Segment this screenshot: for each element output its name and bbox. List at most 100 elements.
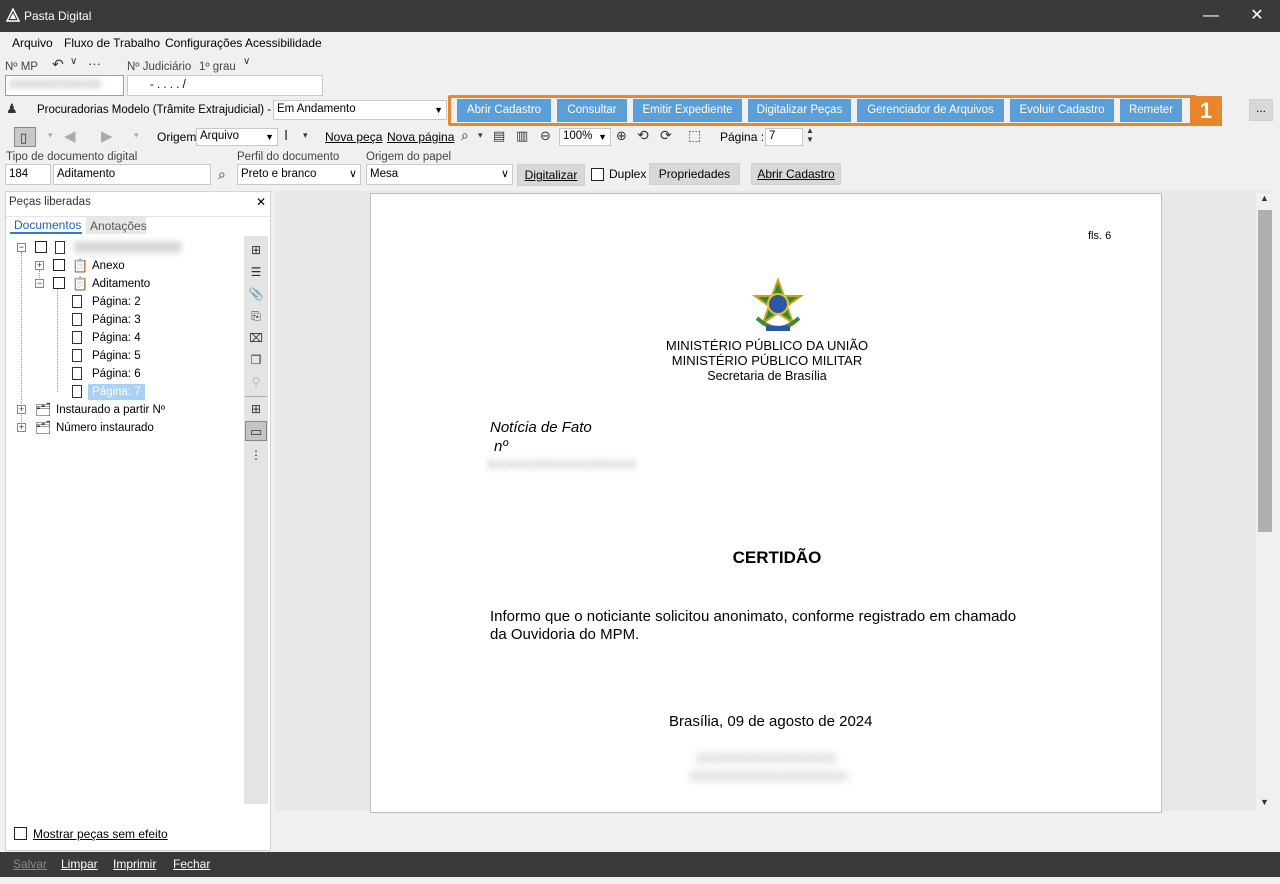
page-spinner-icon[interactable]: ▲ ▼ [806, 126, 814, 144]
add-page-icon[interactable]: ⊞ [247, 400, 265, 418]
list-icon[interactable]: ☰ [247, 263, 265, 281]
tipo-value-input[interactable]: Aditamento [53, 164, 211, 185]
fit-page-icon[interactable]: ▥ [516, 128, 528, 144]
chevron-down-icon[interactable]: ∨ [70, 56, 77, 67]
tree-page-7-selected[interactable]: Página: 7 [88, 384, 145, 400]
tree-page-3[interactable]: Página: 3 [92, 312, 141, 328]
tipo-code-input[interactable]: 184 [5, 164, 51, 185]
tree-page-4[interactable]: Página: 4 [92, 330, 141, 346]
scroll-up-icon[interactable]: ▲ [1260, 193, 1269, 203]
dropdown-icon[interactable]: ▾ [134, 130, 139, 141]
tree-instaurado[interactable]: Instaurado a partir Nº [56, 402, 165, 418]
undo-icon[interactable]: ↶ [52, 56, 64, 73]
rotate-right-icon[interactable]: ⟳ [660, 127, 672, 144]
clipboard-icon: 📋 [72, 276, 89, 291]
rotate-left-icon[interactable]: ⟲ [637, 127, 649, 144]
fechar-button[interactable]: Fechar [173, 857, 210, 871]
collapse-icon[interactable]: − [35, 279, 44, 288]
evoluir-cadastro-button[interactable]: Evoluir Cadastro [1010, 99, 1114, 122]
user-search-icon[interactable]: ⚲ [247, 373, 265, 391]
note-icon: ▭ [250, 424, 263, 439]
chevron-down-icon: ▼ [598, 132, 607, 142]
tab-documentos[interactable]: Documentos [10, 216, 82, 234]
users-icon: ♟ [6, 101, 18, 116]
menu-acessibilidade[interactable]: Acessibilidade [245, 36, 322, 50]
emitir-expediente-button[interactable]: Emitir Expediente [633, 99, 742, 122]
menu-arquivo[interactable]: Arquivo [12, 36, 53, 50]
zoom-out-icon[interactable]: ⊖ [540, 128, 551, 144]
prev-icon[interactable]: ◀ [64, 127, 76, 145]
aditamento-checkbox[interactable] [53, 277, 65, 289]
root-label[interactable]: XXXXXXXXXXXXXX [74, 240, 182, 256]
tree-numero-instaurado[interactable]: Número instaurado [56, 420, 154, 436]
tree-structure-icon[interactable]: ⊞ [247, 241, 265, 259]
scrollbar-thumb[interactable] [1258, 210, 1272, 532]
abrir-cadastro-secondary-button[interactable]: Abrir Cadastro [751, 163, 841, 185]
duplex-checkbox[interactable] [591, 168, 604, 181]
fit-width-icon[interactable]: ▤ [493, 128, 505, 144]
salvar-button[interactable]: Salvar [13, 857, 47, 871]
next-icon[interactable]: ▶ [101, 127, 113, 145]
minimize-button[interactable]: — [1188, 0, 1234, 32]
digitalizar-button[interactable]: Digitalizar [517, 164, 585, 186]
origem-papel-select[interactable]: Mesa ∨ [366, 164, 513, 185]
limpar-button[interactable]: Limpar [61, 857, 98, 871]
tab-anotacoes[interactable]: Anotações [86, 217, 147, 234]
coat-of-arms-icon [751, 278, 805, 331]
menu-fluxo-de-trabalho[interactable]: Fluxo de Trabalho [64, 36, 160, 50]
dropdown-icon[interactable]: ▾ [478, 130, 483, 141]
pagina-input[interactable]: 7 [765, 128, 803, 146]
copy-icon[interactable]: ❐ [247, 351, 265, 369]
abrir-cadastro-button[interactable]: Abrir Cadastro [457, 99, 551, 122]
grau-dropdown-icon[interactable]: ∨ [243, 56, 250, 67]
attachment-icon[interactable]: 📎 [247, 285, 265, 303]
digitalizar-pecas-button[interactable]: Digitalizar Peças [748, 99, 851, 122]
collapse-icon[interactable]: − [17, 243, 26, 252]
perfil-select[interactable]: Preto e branco ∨ [237, 164, 361, 185]
search-icon[interactable]: ⌕ [218, 166, 226, 183]
anexo-checkbox[interactable] [53, 259, 65, 271]
page-tool-button[interactable]: ▯ [14, 127, 36, 147]
expand-icon[interactable]: + [17, 405, 26, 414]
tree-page-6[interactable]: Página: 6 [92, 366, 141, 382]
zoom-select[interactable]: 100% ▼ [559, 128, 611, 146]
delete-page-icon[interactable]: ⌧ [247, 329, 265, 347]
propriedades-button[interactable]: Propriedades [649, 163, 740, 185]
judicial-input[interactable]: - . . . . / [127, 75, 323, 96]
gerenciador-de-arquivos-button[interactable]: Gerenciador de Arquivos [857, 99, 1004, 122]
consultar-button[interactable]: Consultar [557, 99, 627, 122]
org-line-2: MINISTÉRIO PÚBLICO MILITAR [671, 353, 863, 368]
certidao-heading: CERTIDÃO [732, 548, 822, 567]
nova-pagina-button[interactable]: Nova página [387, 130, 454, 144]
settings-list-icon[interactable]: ⋮ [247, 446, 265, 464]
expand-icon[interactable]: + [17, 423, 26, 432]
annotation-tool-button[interactable]: ▭ [245, 421, 267, 441]
close-window-button[interactable]: ✕ [1234, 0, 1280, 32]
root-checkbox[interactable] [35, 241, 47, 253]
nova-peca-button[interactable]: Nova peça [325, 130, 382, 144]
origem-select[interactable]: Arquivo ▼ [196, 128, 278, 146]
show-no-effect-checkbox[interactable] [14, 827, 27, 840]
search-icon[interactable]: ⌕ [461, 127, 469, 144]
more-icon[interactable]: ··· [88, 56, 101, 71]
mp-input[interactable]: XXXXXXXXXXXX [5, 75, 124, 96]
panel-close-icon[interactable]: ✕ [256, 195, 266, 209]
tree-page-2[interactable]: Página: 2 [92, 294, 141, 310]
tree-aditamento[interactable]: Aditamento [92, 276, 150, 292]
queue-select[interactable]: Em Andamento ▼ [273, 100, 447, 120]
more-button[interactable]: ... [1249, 99, 1273, 121]
select-icon[interactable]: ⬚ [688, 127, 701, 144]
zoom-in-icon[interactable]: ⊕ [616, 128, 627, 144]
remeter-button[interactable]: Remeter [1120, 99, 1182, 122]
menu-configuracoes[interactable]: Configurações [165, 36, 242, 50]
imprimir-button[interactable]: Imprimir [113, 857, 156, 871]
expand-icon[interactable]: + [35, 261, 44, 270]
text-cursor-icon[interactable]: I [284, 127, 288, 144]
signature-blurred-2: XXXXXXXXXXXXXXXXX [689, 768, 848, 784]
dropdown-icon[interactable]: ▾ [48, 130, 53, 141]
tree-page-5[interactable]: Página: 5 [92, 348, 141, 364]
certificate-icon[interactable]: ⎘ [247, 307, 265, 325]
tree-anexo[interactable]: Anexo [92, 258, 125, 274]
dropdown-icon[interactable]: ▾ [303, 130, 308, 141]
scroll-down-icon[interactable]: ▼ [1260, 797, 1269, 807]
